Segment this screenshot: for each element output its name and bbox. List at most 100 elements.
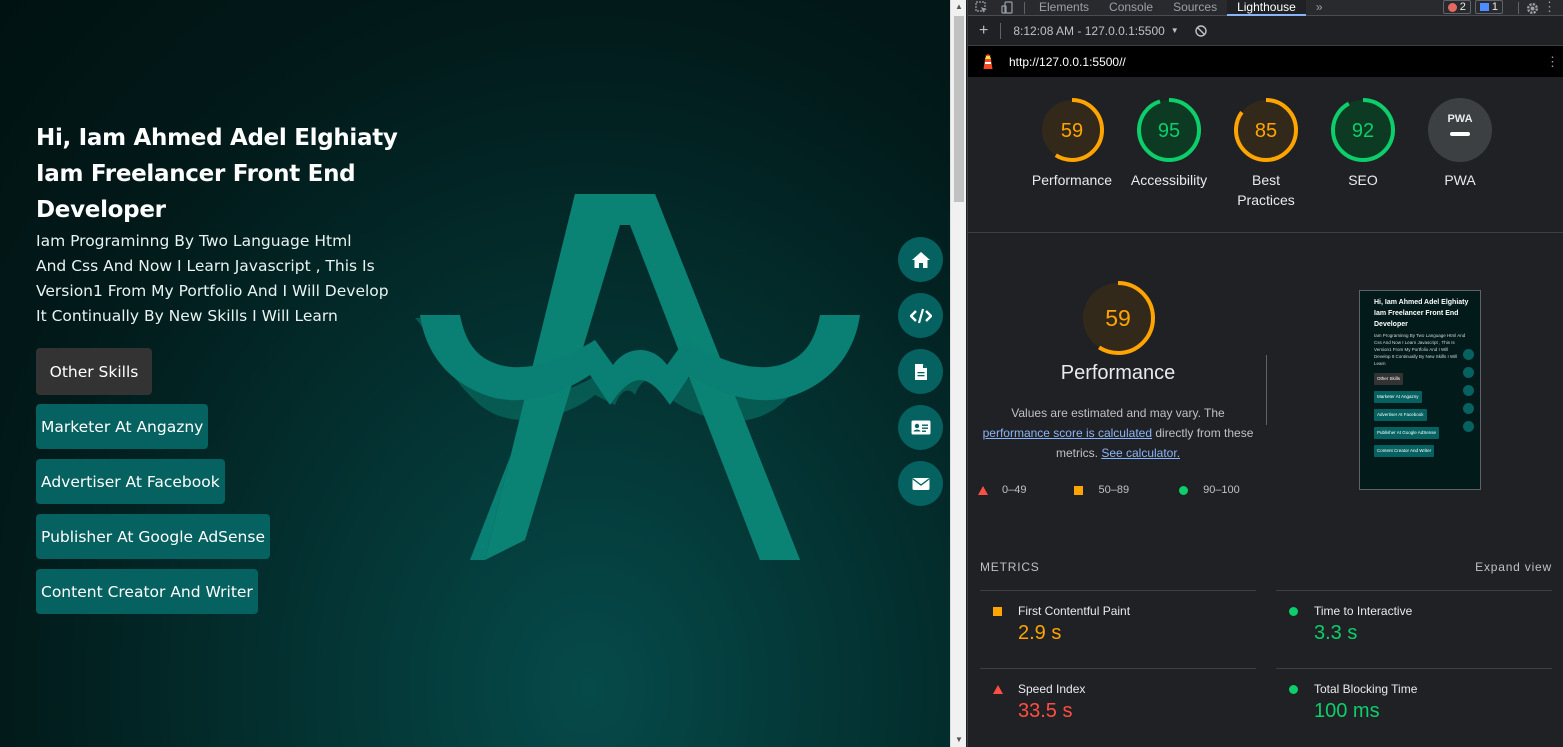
intro-text-line: Version1 From My Portfolio And I Will De… (36, 282, 389, 300)
report-menu-icon[interactable]: ⋮ (1546, 54, 1559, 70)
code-icon (909, 308, 932, 323)
thumb-button: Marketer At Angazny (1374, 390, 1422, 403)
kebab-menu-icon[interactable]: ⋮ (1543, 0, 1556, 16)
thumb-text-line: Iam Programinng By Two Language Html (1374, 333, 1457, 338)
metric-tti: Time to Interactive 3.3 s (1276, 590, 1552, 645)
gauge-performance[interactable]: 59 Performance (1022, 98, 1122, 190)
thumb-text: Iam Programinng By Two Language Html And… (1374, 332, 1466, 367)
gauge-ring: 85 (1234, 98, 1298, 162)
device-toolbar-icon[interactable] (994, 0, 1020, 16)
intro-text-line: Iam Programinng By Two Language Html (36, 232, 352, 250)
error-icon (1447, 2, 1457, 12)
intro-title-line: Developer (36, 197, 166, 223)
expand-view-button[interactable]: Expand view (1475, 560, 1552, 574)
side-nav (898, 237, 944, 517)
chevron-down-icon[interactable]: ▼ (1171, 26, 1179, 35)
intro-title-line: Iam Freelancer Front End (36, 161, 356, 187)
gauge-label: SEO (1348, 172, 1378, 188)
metric-value: 100 ms (1314, 700, 1380, 722)
metrics-label: METRICS (980, 560, 1040, 574)
gauge-pwa[interactable]: PWA PWA (1410, 98, 1510, 190)
error-count-badge[interactable]: 2 (1442, 0, 1471, 14)
thumb-button: Advertiser At Facebook (1374, 408, 1427, 421)
final-screenshot-thumbnail[interactable]: Hi, Iam Ahmed Adel Elghiaty Iam Freelanc… (1359, 290, 1481, 490)
metric-tbt: Total Blocking Time 100 ms (1276, 668, 1552, 723)
logo-a-icon (415, 194, 860, 560)
intro-text-line: And Css And Now I Learn Javascript , Thi… (36, 257, 375, 275)
page-scrollbar[interactable]: ▲ ▼ (950, 0, 966, 747)
square-icon (1074, 485, 1084, 495)
skill-button[interactable]: Advertiser At Facebook (36, 459, 225, 504)
message-count-badge[interactable]: 1 (1474, 0, 1503, 14)
nav-code-button[interactable] (898, 293, 943, 338)
skill-button[interactable]: Publisher At Google AdSense (36, 514, 270, 559)
clear-reports-icon[interactable] (1195, 24, 1207, 37)
thumb-title-line: Developer (1374, 321, 1408, 328)
metric-value: 33.5 s (1018, 700, 1073, 722)
scroll-up-icon[interactable]: ▲ (955, 2, 963, 11)
scroll-down-icon[interactable]: ▼ (955, 735, 963, 744)
gauge-score: 92 (1352, 120, 1374, 142)
tab-elements[interactable]: Elements (1029, 0, 1099, 16)
gauge-ring: 95 (1137, 98, 1201, 162)
performance-gauge: 59 (1081, 281, 1155, 355)
tab-console[interactable]: Console (1099, 0, 1163, 16)
gauge-label: Performance (1031, 172, 1113, 188)
legend-range: 0–49 (1002, 484, 1027, 496)
metric-name: Time to Interactive (1314, 604, 1413, 618)
report-selector[interactable]: 8:12:08 AM - 127.0.0.1:5500 (1013, 24, 1164, 38)
home-icon (911, 251, 930, 268)
devtools-tab-bar: Elements Console Sources Lighthouse » 2 … (968, 0, 1563, 16)
thumb-button: Content Creator And Writer (1374, 444, 1435, 457)
settings-gear-icon[interactable] (1526, 0, 1539, 16)
nav-file-button[interactable] (898, 349, 943, 394)
thumb-button: Publisher At Google AdSense (1374, 426, 1440, 439)
skill-button[interactable]: Marketer At Angazny (36, 404, 209, 449)
legend-fail: 0–49 (978, 484, 1026, 496)
nav-email-button[interactable] (898, 461, 943, 506)
gauge-ring: 92 (1331, 98, 1395, 162)
id-card-icon (911, 420, 930, 435)
new-report-icon[interactable]: + (979, 22, 988, 40)
other-skills-button[interactable]: Other Skills (36, 348, 152, 395)
more-tabs-button[interactable]: » (1306, 0, 1333, 16)
gauge-best-practices[interactable]: 85 Best Practices (1216, 98, 1316, 210)
scrollbar-thumb[interactable] (954, 16, 964, 202)
message-count: 1 (1491, 1, 1498, 13)
lighthouse-toolbar: + 8:12:08 AM - 127.0.0.1:5500 ▼ (968, 16, 1563, 46)
score-calc-link[interactable]: performance score is calculated (983, 426, 1152, 440)
gauge-accessibility[interactable]: 95 Accessibility (1119, 98, 1219, 190)
gauge-score: 95 (1158, 120, 1180, 142)
intro-text-line: It Continually By New Skills I Will Lear… (36, 307, 338, 325)
metric-fcp: First Contentful Paint 2.9 s (980, 590, 1256, 645)
skill-button[interactable]: Content Creator And Writer (36, 569, 258, 614)
circle-icon (1179, 485, 1189, 495)
report-url[interactable]: http://127.0.0.1:5500// (1009, 55, 1126, 69)
file-icon (914, 363, 927, 380)
devtools-panel: Elements Console Sources Lighthouse » 2 … (967, 0, 1563, 747)
square-icon (993, 606, 1002, 616)
portfolio-page: Hi, Iam Ahmed Adel Elghiaty Iam Freelanc… (0, 0, 950, 747)
tab-sources[interactable]: Sources (1163, 0, 1227, 16)
pwa-badge-text: PWA (1447, 113, 1472, 125)
gauge-score: 59 (1061, 120, 1083, 142)
gauge-ring: 59 (1040, 98, 1104, 162)
triangle-icon (993, 684, 1003, 694)
tab-lighthouse[interactable]: Lighthouse (1227, 0, 1306, 16)
legend-range: 50–89 (1098, 484, 1130, 496)
nav-home-button[interactable] (898, 237, 943, 282)
thumb-button: Other Skills (1374, 372, 1404, 385)
envelope-icon (912, 477, 929, 490)
performance-summary: 59 Performance Values are estimated and … (968, 280, 1268, 463)
gauge-score: 85 (1255, 120, 1277, 142)
nav-contact-card-button[interactable] (898, 405, 943, 450)
pwa-badge-icon: PWA (1428, 98, 1492, 162)
performance-note: Values are estimated and may vary. The p… (978, 403, 1258, 463)
circle-icon (1289, 684, 1298, 694)
gauge-label: Best Practices (1237, 172, 1295, 208)
gauge-seo[interactable]: 92 SEO (1313, 98, 1413, 190)
see-calculator-link[interactable]: See calculator. (1101, 446, 1180, 460)
metric-value: 2.9 s (1018, 622, 1062, 644)
inspect-element-icon[interactable] (968, 0, 994, 16)
metric-name: Total Blocking Time (1314, 682, 1418, 696)
